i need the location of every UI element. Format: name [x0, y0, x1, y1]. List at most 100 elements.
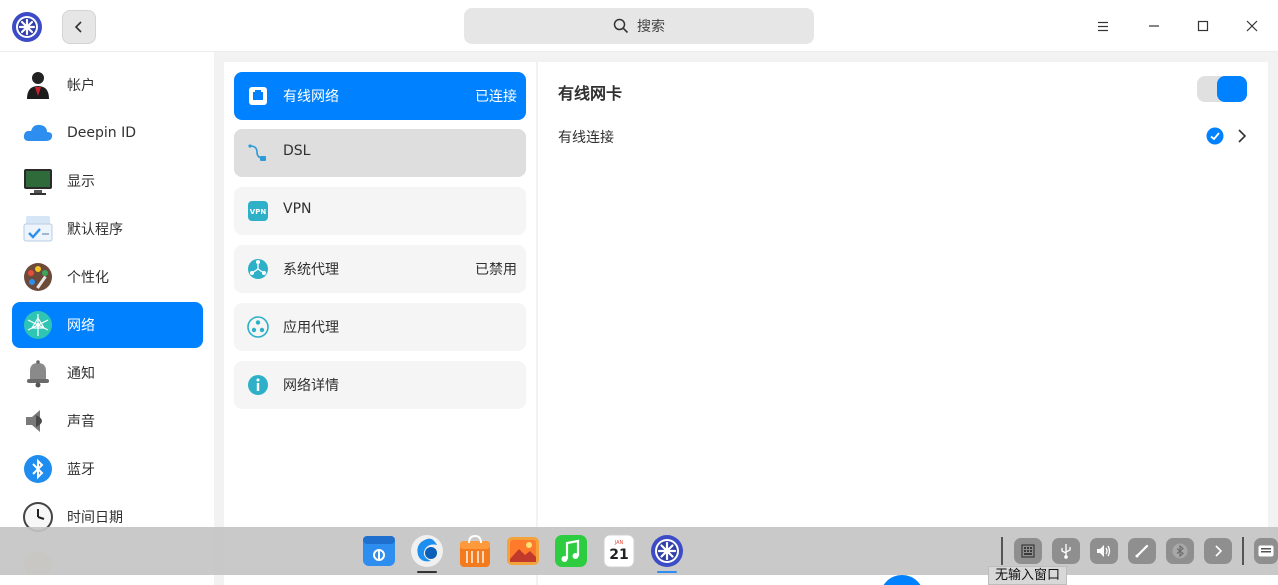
- dock: JAN 21: [0, 527, 1278, 575]
- chevron-right-tray-icon: [1215, 545, 1223, 557]
- running-indicator: [417, 571, 437, 573]
- sidebar-item-label: 蓝牙: [67, 462, 95, 478]
- sidebar-item-label: 默认程序: [67, 222, 123, 238]
- maximize-icon: [1197, 20, 1209, 32]
- network-icon: [24, 311, 52, 339]
- calendar-icon[interactable]: JAN21: [601, 533, 637, 569]
- sidebar-item-label: 通知: [67, 366, 95, 382]
- usb-button[interactable]: [1052, 538, 1080, 564]
- image-viewer-icon[interactable]: [505, 533, 541, 569]
- sidebar-item-label: Deepin ID: [67, 125, 137, 141]
- maximize-button[interactable]: [1189, 12, 1217, 40]
- sidebar-item-label: 个性化: [67, 270, 109, 286]
- pen-icon: [1135, 544, 1149, 558]
- volume-button[interactable]: [1090, 538, 1118, 564]
- sidebar-item-deepin-id[interactable]: Deepin ID: [12, 110, 203, 156]
- display-icon: [24, 169, 52, 195]
- bell-icon: [27, 360, 49, 388]
- system-proxy-icon: [248, 259, 268, 279]
- sidebar-item-personalization[interactable]: 个性化: [12, 254, 203, 300]
- chevron-right-icon[interactable]: [1236, 127, 1248, 145]
- menu-button[interactable]: [1089, 12, 1117, 40]
- sidebar-item-network[interactable]: 网络: [12, 302, 203, 348]
- sidebar-item-label: 时间日期: [67, 510, 123, 526]
- search-placeholder: 搜索: [637, 19, 665, 35]
- sidebar-peek: [0, 575, 214, 585]
- hamburger-menu-icon: [1098, 21, 1108, 31]
- keyboard-icon: [1258, 545, 1274, 557]
- back-button[interactable]: [62, 10, 96, 44]
- menu-item-network-details[interactable]: 网络详情: [234, 361, 526, 409]
- search-icon: [613, 18, 629, 34]
- sidebar-item-account[interactable]: 帐户: [12, 62, 203, 108]
- personalization-icon: [24, 263, 52, 291]
- store-bag-icon[interactable]: [457, 533, 493, 569]
- menu-item-label: DSL: [283, 143, 311, 159]
- bluetooth-tray-button[interactable]: [1166, 538, 1194, 564]
- wired-card-toggle[interactable]: [1197, 76, 1247, 102]
- wired-card-title: 有线网卡: [558, 84, 623, 103]
- cloud-icon: [23, 124, 53, 141]
- chevron-left-icon: [74, 21, 82, 33]
- menu-item-label: VPN: [283, 201, 312, 217]
- tray-expand-button[interactable]: [1204, 538, 1232, 564]
- menu-item-system-proxy[interactable]: 系统代理 已禁用: [234, 245, 526, 293]
- account-icon: [27, 72, 49, 99]
- app-store-icon[interactable]: [361, 533, 397, 569]
- sidebar-item-bluetooth[interactable]: 蓝牙: [12, 446, 203, 492]
- dsl-icon: [248, 144, 266, 161]
- ime-tooltip: 无输入窗口: [988, 566, 1068, 585]
- tray-separator: [1001, 537, 1003, 565]
- control-center-icon[interactable]: [649, 533, 685, 569]
- sidebar-item-label: 显示: [67, 174, 95, 190]
- close-button[interactable]: [1238, 12, 1266, 40]
- default-apps-icon: [23, 216, 53, 242]
- browser-icon[interactable]: [409, 533, 445, 569]
- menu-item-label: 应用代理: [283, 320, 339, 336]
- sidebar-item-notification[interactable]: 通知: [12, 350, 203, 396]
- control-center-logo-icon[interactable]: [11, 11, 43, 43]
- active-indicator: [657, 571, 677, 573]
- menu-item-label: 有线网络: [283, 89, 339, 105]
- svg-text:VPN: VPN: [250, 208, 267, 216]
- sidebar-item-display[interactable]: 显示: [12, 158, 203, 204]
- menu-item-wired[interactable]: 有线网络 已连接: [234, 72, 526, 120]
- calendar-month: JAN: [614, 540, 624, 546]
- wired-connection-label[interactable]: 有线连接: [558, 127, 614, 147]
- music-icon[interactable]: [553, 533, 589, 569]
- calendar-day: 21: [609, 547, 628, 563]
- sidebar-item-label: 声音: [67, 414, 95, 430]
- menu-item-app-proxy[interactable]: 应用代理: [234, 303, 526, 351]
- minimize-icon: [1149, 25, 1159, 27]
- middle-peek: [224, 575, 536, 585]
- minimize-button[interactable]: [1140, 12, 1168, 40]
- close-icon: [1246, 20, 1258, 32]
- pen-tool-button[interactable]: [1128, 538, 1156, 564]
- menu-item-label: 网络详情: [283, 378, 339, 394]
- volume-icon: [1097, 545, 1111, 557]
- vpn-icon: VPN: [248, 201, 268, 221]
- sidebar-item-sound[interactable]: 声音: [12, 398, 203, 444]
- connected-check-icon: [1206, 127, 1224, 145]
- settings-sidebar: 帐户 Deepin ID 显示 默认程序 个性化 网络 通知 声音 蓝牙 时间日…: [0, 52, 214, 585]
- sidebar-item-label: 帐户: [67, 78, 95, 94]
- search-input[interactable]: 搜索: [464, 8, 814, 44]
- menu-item-dsl[interactable]: DSL: [234, 129, 526, 177]
- connection-status: 已连接: [475, 89, 517, 105]
- onscreen-keyboard-button[interactable]: [1254, 538, 1278, 564]
- bluetooth-tray-icon: [1172, 543, 1188, 559]
- info-icon: [248, 375, 268, 395]
- tray-separator: [1242, 537, 1244, 565]
- keyboard-layout-button[interactable]: [1014, 538, 1042, 564]
- toggle-knob: [1217, 76, 1247, 102]
- menu-item-vpn[interactable]: VPN VPN: [234, 187, 526, 235]
- wired-icon: [249, 87, 267, 105]
- menu-item-label: 系统代理: [283, 262, 339, 278]
- bluetooth-icon: [24, 455, 52, 483]
- sidebar-item-label: 网络: [67, 318, 95, 334]
- app-proxy-icon: [247, 316, 269, 338]
- grid-icon: [1021, 544, 1035, 558]
- wired-settings-panel: 有线网卡 有线连接: [538, 62, 1268, 585]
- sidebar-item-default-apps[interactable]: 默认程序: [12, 206, 203, 252]
- title-bar: 搜索: [0, 0, 1278, 52]
